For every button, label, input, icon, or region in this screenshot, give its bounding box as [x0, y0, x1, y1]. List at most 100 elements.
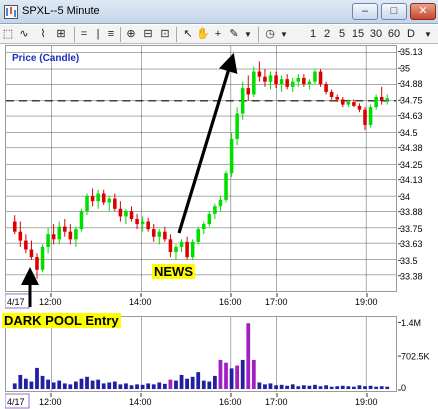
volume-bar [18, 374, 23, 390]
candle-body [51, 234, 56, 240]
time-tick-label: 12:00 [39, 297, 62, 307]
price-chart[interactable] [5, 45, 397, 292]
dark-pool-callout: DARK POOL Entry [2, 313, 121, 328]
candle-body [113, 198, 117, 209]
volume-tick-label: 0 [401, 383, 406, 392]
timeframe-5-button[interactable]: 5 [337, 26, 347, 43]
volume-bar [285, 385, 290, 390]
volume-bar [290, 384, 295, 390]
close-button[interactable]: ✕ [410, 3, 436, 20]
volume-bar [135, 384, 139, 390]
time-tick-label: 16:00 [219, 297, 242, 307]
zoom-out-icon[interactable]: ⊟ [140, 26, 156, 43]
volume-bar [35, 367, 39, 390]
draw-icon[interactable]: ⌇ [35, 26, 51, 43]
hand-icon[interactable]: ✋ [196, 26, 210, 43]
candle-body [290, 81, 295, 87]
price-panel-label: Price (Candle) [12, 53, 80, 64]
price-tick-label: 33.38 [400, 271, 423, 281]
price-tick-label: 33.75 [400, 224, 423, 234]
candle-body [296, 77, 301, 82]
candle-body [229, 138, 234, 174]
volume-bar [57, 380, 62, 390]
pencil-icon[interactable]: ✎ [226, 26, 242, 43]
timeframe-2-button[interactable]: 2 [322, 26, 332, 43]
volume-bar [124, 383, 128, 390]
volume-bar [112, 381, 117, 390]
volume-bar [251, 359, 256, 390]
candle-body [196, 229, 200, 242]
price-tick-label: 33.88 [400, 207, 423, 217]
volume-bar [196, 372, 201, 390]
candle-body [179, 241, 184, 247]
volume-bar [240, 359, 245, 390]
candle-body [207, 213, 212, 225]
price-tick-label: 34.38 [400, 143, 423, 153]
volume-bar [307, 385, 312, 390]
zoom-fit-icon[interactable]: ⊕ [123, 26, 139, 43]
volume-bar [352, 386, 356, 390]
volume-bar [246, 323, 251, 390]
line-style-icon[interactable]: ∿ [14, 26, 34, 43]
pointer-icon[interactable]: ↖ [181, 26, 195, 43]
volume-bar [296, 386, 301, 390]
volume-axis: 1.4M 702.5K 0 [398, 318, 430, 392]
cursor-mode-icon[interactable]: ⬚ [2, 26, 14, 43]
vertical-line-icon[interactable]: | [92, 26, 104, 43]
candle-body [79, 211, 84, 230]
volume-bar [374, 386, 379, 390]
candle-body [352, 102, 356, 106]
volume-bar [12, 383, 17, 390]
candle-body [363, 109, 367, 125]
equals-icon[interactable]: = [78, 26, 90, 43]
volume-bar [301, 385, 306, 390]
timeframe-30-button[interactable]: 30 [369, 26, 383, 43]
time-axis: 4/17 12:00 14:00 16:00 17:00 19:00 [5, 293, 378, 309]
minimize-button[interactable]: – [352, 3, 378, 20]
volume-bar [318, 386, 323, 390]
news-callout: NEWS [152, 264, 195, 279]
cascade-icon[interactable]: ⊞ [51, 26, 71, 43]
candle-body [63, 226, 67, 232]
volume-bar [229, 368, 234, 390]
chevron-down-icon[interactable]: ▼ [242, 26, 254, 43]
title-bar: SPXL--5 Minute – □ ✕ [0, 0, 438, 24]
candle-body [268, 75, 273, 82]
time-tick-label: 19:00 [355, 397, 378, 407]
crosshair-icon[interactable]: + [211, 26, 225, 43]
candle-body [157, 231, 162, 237]
candle-body [202, 224, 206, 230]
candle-body [12, 221, 17, 232]
volume-bar [29, 381, 34, 390]
clock-icon[interactable]: ◷ [263, 26, 277, 43]
timeframe-1-button[interactable]: 1 [308, 26, 318, 43]
candle-body [118, 208, 123, 217]
price-tick-label: 35.13 [400, 47, 423, 57]
timeframe-day-button[interactable]: D [405, 26, 417, 43]
volume-bar [213, 375, 217, 390]
volume-bar [85, 376, 89, 390]
volume-bar [179, 374, 184, 390]
timeframe-15-button[interactable]: 15 [351, 26, 365, 43]
volume-bar [357, 385, 362, 390]
toolbar-separator [176, 27, 177, 42]
zoom-in-icon[interactable]: ⊡ [157, 26, 173, 43]
chevron-down-icon[interactable]: ▼ [422, 26, 434, 43]
price-tick-label: 34 [400, 192, 410, 202]
candle-body [101, 193, 106, 203]
triple-line-icon[interactable]: ≡ [104, 26, 118, 43]
candle-body [307, 81, 312, 85]
chevron-down-icon[interactable]: ▼ [278, 26, 290, 43]
volume-time-axis: 4/17 12:00 14:00 16:00 17:00 19:00 [5, 393, 378, 409]
maximize-button[interactable]: □ [381, 3, 407, 20]
volume-bar [313, 384, 317, 390]
time-tick-label: 14:00 [129, 397, 152, 407]
volume-bar [46, 379, 50, 390]
candle-body [218, 199, 223, 207]
volume-tick-label: 702.5K [401, 352, 430, 362]
candle-body [35, 257, 39, 270]
candle-body [90, 196, 95, 202]
timeframe-60-button[interactable]: 60 [387, 26, 401, 43]
window-title: SPXL--5 Minute [22, 5, 100, 17]
volume-bar [140, 384, 145, 390]
